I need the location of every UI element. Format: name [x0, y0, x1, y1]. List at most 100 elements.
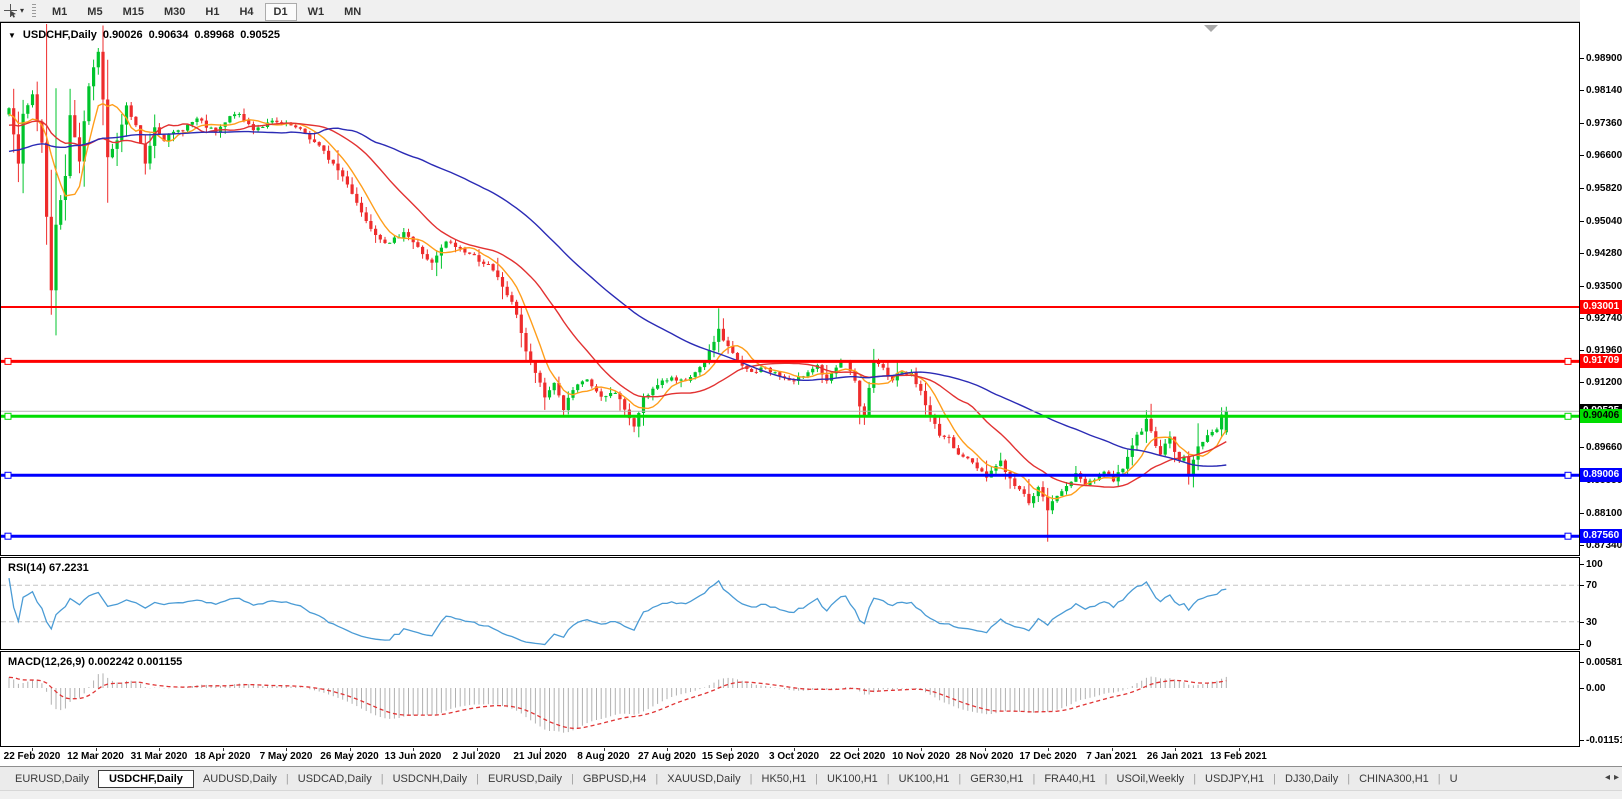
chart-tab-uk100-h1[interactable]: UK100,H1 [890, 770, 959, 788]
price-tick-0.88100: 0.88100 [1580, 507, 1622, 520]
date-label: 13 Feb 2021 [1210, 751, 1267, 762]
price-tick-0.96600: 0.96600 [1580, 149, 1622, 162]
chart-tab-usdjpy-h1[interactable]: USDJPY,H1 [1196, 770, 1273, 788]
cursor-dropdown-arrow-icon[interactable]: ▾ [20, 6, 24, 15]
macd-indicator-pane[interactable]: MACD(12,26,9) 0.002242 0.001155 [0, 651, 1580, 747]
date-label: 22 Feb 2020 [4, 751, 61, 762]
date-label: 31 Mar 2020 [131, 751, 188, 762]
chart-tab-usdchf-daily[interactable]: USDCHF,Daily [98, 770, 194, 788]
timeframe-button-d1[interactable]: D1 [265, 3, 297, 21]
timeframe-button-mn[interactable]: MN [335, 3, 370, 21]
macd-tick-0.005818: 0.005818 [1580, 656, 1622, 669]
price-tick-0.89660: 0.89660 [1580, 441, 1622, 454]
date-label: 10 Nov 2020 [892, 751, 950, 762]
chart-tab-fra40-h1[interactable]: FRA40,H1 [1035, 770, 1104, 788]
chart-tab-dj30-daily[interactable]: DJ30,Daily [1276, 770, 1347, 788]
date-label: 12 Mar 2020 [67, 751, 124, 762]
chart-tab-eurusd-daily[interactable]: EURUSD,Daily [479, 770, 571, 788]
rsi-tick-70: 70 [1580, 579, 1622, 592]
ohlc-close: 0.90525 [240, 29, 280, 41]
level-price-label-0.91709: 0.91709 [1580, 354, 1622, 368]
date-label: 2 Jul 2020 [453, 751, 501, 762]
timeframe-button-h4[interactable]: H4 [230, 3, 262, 21]
crosshair-cursor-icon[interactable] [3, 3, 18, 18]
macd-label: MACD(12,26,9) 0.002242 0.001155 [8, 656, 182, 668]
tab-scroll-controls: ◂ ▸ [1601, 772, 1619, 783]
price-tick-0.91200: 0.91200 [1580, 376, 1622, 389]
rsi-label: RSI(14) 67.2231 [8, 562, 89, 574]
chart-tab-audusd-daily[interactable]: AUDUSD,Daily [194, 770, 286, 788]
date-label: 26 Jan 2021 [1147, 751, 1203, 762]
macd-tick-0.00: 0.00 [1580, 682, 1622, 695]
chart-tab-ger30-h1[interactable]: GER30,H1 [961, 770, 1032, 788]
chart-tab-usdcad-daily[interactable]: USDCAD,Daily [289, 770, 381, 788]
macd-plot[interactable] [1, 652, 1579, 746]
date-label: 7 Jan 2021 [1086, 751, 1137, 762]
price-tick-0.94280: 0.94280 [1580, 247, 1622, 260]
price-tick-0.98140: 0.98140 [1580, 84, 1622, 97]
timeframe-button-m15[interactable]: M15 [114, 3, 153, 21]
price-axis[interactable]: 0.98900 0.98140 0.97360 0.96600 0.95820 0.950… [1580, 0, 1622, 799]
trading-platform-window: ▾ M1M5M15M30H1H4D1W1MN ▼ USDCHF,Daily 0.… [0, 0, 1622, 799]
date-axis[interactable]: 22 Feb 2020 12 Mar 2020 31 Mar 2020 18 Apr … [0, 748, 1580, 765]
chart-tab-usoil-weekly[interactable]: USOil,Weekly [1108, 770, 1194, 788]
price-tick-0.97360: 0.97360 [1580, 117, 1622, 130]
chart-tab-eurusd-daily[interactable]: EURUSD,Daily [6, 770, 98, 788]
rsi-plot[interactable] [1, 558, 1579, 649]
price-chart-pane[interactable]: ▼ USDCHF,Daily 0.90026 0.90634 0.89968 0… [0, 22, 1580, 556]
chart-tab-usdcnh-daily[interactable]: USDCNH,Daily [384, 770, 477, 788]
rsi-tick-0: 0 [1580, 638, 1622, 651]
chart-title-collapse-icon[interactable]: ▼ [8, 31, 16, 40]
chart-tab-bar: EURUSD,DailyUSDCHF,DailyAUDUSD,Daily|USD… [0, 766, 1622, 790]
price-tick-0.93500: 0.93500 [1580, 280, 1622, 293]
ohlc-high: 0.90634 [149, 29, 189, 41]
timeframe-button-m30[interactable]: M30 [155, 3, 194, 21]
tab-scroll-right-icon[interactable]: ▸ [1614, 772, 1619, 783]
date-label: 17 Dec 2020 [1019, 751, 1076, 762]
timeframe-button-m5[interactable]: M5 [78, 3, 111, 21]
chart-tab-uk100-h1[interactable]: UK100,H1 [818, 770, 887, 788]
horizontal-line-0.87560[interactable] [1, 533, 1579, 539]
level-price-label-0.90406: 0.90406 [1580, 409, 1622, 423]
macd-tick--0.011514: -0.011514 [1580, 734, 1622, 747]
horizontal-line-0.89006[interactable] [1, 472, 1579, 478]
date-label: 22 Oct 2020 [830, 751, 886, 762]
price-tick-0.98900: 0.98900 [1580, 52, 1622, 65]
ohlc-open: 0.90026 [103, 29, 143, 41]
chart-shift-marker[interactable] [1204, 25, 1218, 32]
ohlc-low: 0.89968 [194, 29, 234, 41]
rsi-tick-30: 30 [1580, 616, 1622, 629]
date-label: 7 May 2020 [260, 751, 313, 762]
rsi-tick-100: 100 [1580, 558, 1622, 571]
toolbar-grip-handle[interactable] [32, 4, 36, 18]
price-tick-0.95040: 0.95040 [1580, 215, 1622, 228]
chart-tab-hk50-h1[interactable]: HK50,H1 [753, 770, 816, 788]
date-label: 3 Oct 2020 [769, 751, 819, 762]
chart-tab-china300-h1[interactable]: CHINA300,H1 [1350, 770, 1438, 788]
date-label: 28 Nov 2020 [956, 751, 1014, 762]
date-label: 26 May 2020 [320, 751, 378, 762]
timeframe-buttons: M1M5M15M30H1H4D1W1MN [42, 2, 371, 20]
candlestick-chart[interactable] [1, 23, 1579, 555]
timeframe-button-m1[interactable]: M1 [43, 3, 76, 21]
timeframe-button-h1[interactable]: H1 [196, 3, 228, 21]
horizontal-line-0.90406[interactable] [1, 413, 1579, 419]
date-label: 21 Jul 2020 [513, 751, 566, 762]
tab-scroll-left-icon[interactable]: ◂ [1605, 772, 1610, 783]
chart-tab-gbpusd-h4[interactable]: GBPUSD,H4 [574, 770, 656, 788]
date-label: 15 Sep 2020 [702, 751, 759, 762]
chart-tabs: EURUSD,DailyUSDCHF,DailyAUDUSD,Daily|USD… [6, 770, 1467, 788]
level-price-label-0.93001: 0.93001 [1580, 300, 1622, 314]
chart-tab-u[interactable]: U [1441, 770, 1467, 788]
level-price-label-0.87560: 0.87560 [1580, 529, 1622, 543]
level-price-label-0.89006: 0.89006 [1580, 468, 1622, 482]
date-label: 27 Aug 2020 [638, 751, 696, 762]
timeframe-toolbar: ▾ M1M5M15M30H1H4D1W1MN [0, 0, 1622, 22]
date-label: 18 Apr 2020 [195, 751, 251, 762]
chart-title: ▼ USDCHF,Daily 0.90026 0.90634 0.89968 0… [8, 29, 280, 41]
chart-tab-xauusd-daily[interactable]: XAUUSD,Daily [658, 770, 749, 788]
price-tick-0.95820: 0.95820 [1580, 182, 1622, 195]
status-strip [0, 790, 1622, 799]
rsi-indicator-pane[interactable]: RSI(14) 67.2231 [0, 557, 1580, 650]
timeframe-button-w1[interactable]: W1 [299, 3, 334, 21]
